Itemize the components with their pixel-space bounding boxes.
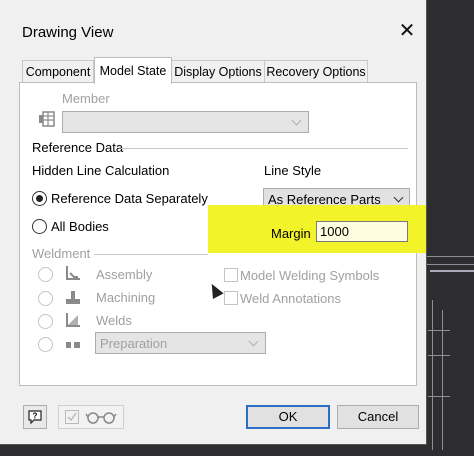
welds-label: Welds (96, 313, 132, 328)
machining-icon (66, 291, 80, 304)
all-bodies-label[interactable]: All Bodies (51, 219, 109, 234)
member-table-icon (39, 111, 55, 127)
tab-component[interactable]: Component (22, 60, 94, 83)
machining-label: Machining (96, 290, 156, 305)
reference-data-divider (121, 148, 408, 149)
reference-data-heading: Reference Data (32, 140, 124, 155)
svg-text:?: ? (33, 412, 38, 421)
radio-all-bodies[interactable] (32, 219, 47, 234)
help-button[interactable]: ? (23, 405, 47, 429)
tab-recovery-options[interactable]: Recovery Options (264, 60, 368, 83)
preparation-value: Preparation (100, 336, 168, 351)
drawing-view-dialog: Drawing View ✕ Component Model State Dis… (0, 0, 427, 445)
margin-field[interactable] (316, 221, 408, 242)
tab-model-state[interactable]: Model State (94, 57, 172, 84)
chevron-down-icon (393, 192, 404, 203)
preparation-icon (66, 342, 80, 348)
weld-annotations-checkbox[interactable] (224, 291, 238, 305)
radio-assembly[interactable] (38, 267, 53, 282)
chevron-down-icon (291, 115, 302, 126)
weldment-heading: Weldment (32, 246, 91, 261)
radio-reference-data-separately[interactable] (32, 191, 47, 206)
line-style-label: Line Style (264, 163, 322, 178)
member-dropdown[interactable] (62, 111, 309, 133)
glasses-icon[interactable] (85, 410, 117, 424)
model-welding-symbols-checkbox[interactable] (224, 268, 238, 282)
margin-input[interactable] (317, 222, 407, 241)
preview-toggle-group (58, 405, 124, 429)
help-icon: ? (28, 410, 42, 425)
reference-data-separately-label[interactable]: Reference Data Separately (51, 191, 208, 206)
radio-preparation[interactable] (38, 337, 53, 352)
close-icon[interactable]: ✕ (396, 20, 418, 42)
radio-welds[interactable] (38, 314, 53, 329)
tab-display-options[interactable]: Display Options (171, 60, 265, 83)
radio-machining[interactable] (38, 291, 53, 306)
margin-label: Margin (271, 226, 311, 241)
hidden-line-calculation-label: Hidden Line Calculation (32, 163, 170, 178)
model-welding-symbols-label: Model Welding Symbols (240, 268, 380, 283)
weld-annotations-label: Weld Annotations (240, 291, 341, 306)
ok-button[interactable]: OK (246, 405, 330, 429)
cancel-button[interactable]: Cancel (337, 405, 419, 429)
weldment-divider (94, 254, 208, 255)
member-label: Member (62, 91, 110, 106)
chevron-down-icon (248, 336, 259, 347)
checkmark-icon[interactable] (65, 410, 79, 424)
assembly-label: Assembly (96, 267, 153, 282)
welds-icon (66, 313, 80, 327)
dialog-title: Drawing View (22, 24, 114, 41)
preparation-dropdown[interactable]: Preparation (95, 332, 266, 354)
assembly-icon (66, 266, 80, 280)
